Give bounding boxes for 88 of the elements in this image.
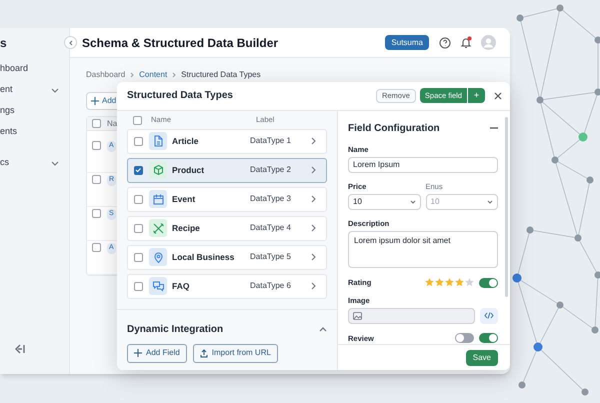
checkbox[interactable]	[92, 209, 101, 218]
breadcrumb-link[interactable]: Dashboard	[86, 69, 126, 81]
chevron-down-icon	[51, 160, 59, 166]
chevron-right-icon	[311, 224, 316, 232]
checkbox[interactable]	[92, 141, 101, 150]
description-field[interactable]: Lorem ipsum dolor sit amet	[348, 231, 498, 268]
type-row[interactable]: FAQ DataType 6	[127, 274, 327, 298]
add-button[interactable]: +	[468, 88, 485, 104]
collapse-sidebar-icon[interactable]	[14, 343, 26, 355]
toggle-switch[interactable]	[479, 278, 498, 288]
chevron-down-icon	[51, 88, 59, 92]
type-label: DataType 1	[250, 135, 291, 147]
checkbox[interactable]	[92, 119, 101, 128]
window-title: Schema & Structured Data Builder	[82, 34, 278, 52]
checkbox[interactable]	[134, 194, 143, 204]
star-icon	[445, 278, 454, 288]
checkbox[interactable]	[92, 175, 101, 184]
type-row[interactable]: Event DataType 3	[127, 186, 327, 212]
type-name: Local Business	[172, 250, 236, 264]
toolbar-button[interactable]: Add Field	[127, 344, 187, 362]
close-icon[interactable]	[494, 92, 502, 100]
code-icon	[484, 312, 494, 320]
type-label: DataType 2	[250, 164, 291, 176]
type-label: DataType 3	[250, 193, 291, 205]
checkbox[interactable]	[134, 252, 143, 262]
chevron-right-icon	[311, 137, 316, 145]
nav-item[interactable]: ents	[0, 125, 18, 139]
plus-icon	[134, 349, 142, 357]
help-icon[interactable]	[439, 36, 451, 48]
chevron-right-icon	[311, 253, 316, 261]
sidebar-title: s	[0, 35, 8, 52]
type-name: Product	[172, 164, 206, 176]
nav-item[interactable]: ngs	[0, 104, 15, 118]
save-button[interactable]: Save	[466, 350, 498, 366]
chevron-left-icon	[68, 40, 74, 46]
image-field[interactable]	[348, 308, 475, 324]
type-row[interactable]: Local Business DataType 5	[127, 244, 327, 270]
type-label: DataType 4	[250, 222, 291, 234]
chevron-right-icon	[311, 195, 316, 203]
type-row[interactable]: Product DataType 2	[127, 158, 327, 182]
chevron-down-icon	[487, 200, 493, 204]
code-button[interactable]	[480, 308, 498, 324]
collapse-button[interactable]	[64, 36, 77, 49]
name-field[interactable]: Lorem Ipsum	[348, 156, 498, 173]
workspace-button[interactable]: Sutsuma	[385, 35, 429, 50]
type-name: Recipe	[172, 222, 201, 234]
toggle-switch[interactable]	[455, 333, 474, 344]
breadcrumb-link[interactable]: Content	[139, 69, 168, 81]
nav-item[interactable]: hboard	[0, 62, 28, 76]
upload-icon	[200, 348, 208, 358]
checkbox[interactable]	[92, 243, 101, 252]
chevron-right-icon	[172, 72, 176, 78]
checkbox[interactable]	[134, 282, 143, 290]
checkbox[interactable]	[134, 224, 143, 232]
star-icon	[435, 278, 444, 288]
type-label: DataType 5	[250, 251, 291, 263]
chevron-right-icon	[311, 282, 316, 290]
check-icon	[135, 167, 142, 173]
chevron-up-icon[interactable]	[319, 326, 327, 332]
type-name: FAQ	[172, 280, 190, 292]
avatar-icon[interactable]	[481, 35, 496, 50]
star-icon	[455, 278, 464, 288]
toggle-switch[interactable]	[479, 333, 498, 344]
chevron-right-icon	[130, 72, 134, 78]
type-label: DataType 6	[250, 280, 291, 292]
toolbar-button[interactable]: Import from URL	[192, 344, 278, 362]
type-row[interactable]: Recipe DataType 4	[127, 216, 327, 240]
column-header: Na	[107, 118, 118, 130]
panel-title: Field Configuration	[348, 122, 440, 136]
breadcrumb-link[interactable]: Structured Data Types	[181, 69, 261, 81]
star-icon	[465, 278, 474, 288]
type-name: Article	[172, 134, 200, 148]
image-icon	[353, 312, 362, 320]
star-rating[interactable]	[425, 278, 474, 288]
plus-icon	[91, 97, 99, 105]
section-title: Dynamic Integration	[127, 322, 224, 336]
chevron-right-icon	[311, 166, 316, 174]
chevron-down-icon	[410, 200, 416, 204]
type-name: Event	[172, 192, 196, 206]
notification-icon[interactable]	[460, 36, 472, 49]
checkbox[interactable]	[133, 116, 142, 124]
checkbox[interactable]	[134, 166, 143, 174]
checkbox[interactable]	[134, 136, 143, 146]
nav-item[interactable]: ent	[0, 83, 13, 97]
nav-item[interactable]: cs	[0, 156, 9, 170]
price-dropdown[interactable]: 10	[348, 194, 420, 210]
star-icon	[425, 278, 434, 288]
type-row[interactable]: Article DataType 1	[127, 128, 327, 154]
